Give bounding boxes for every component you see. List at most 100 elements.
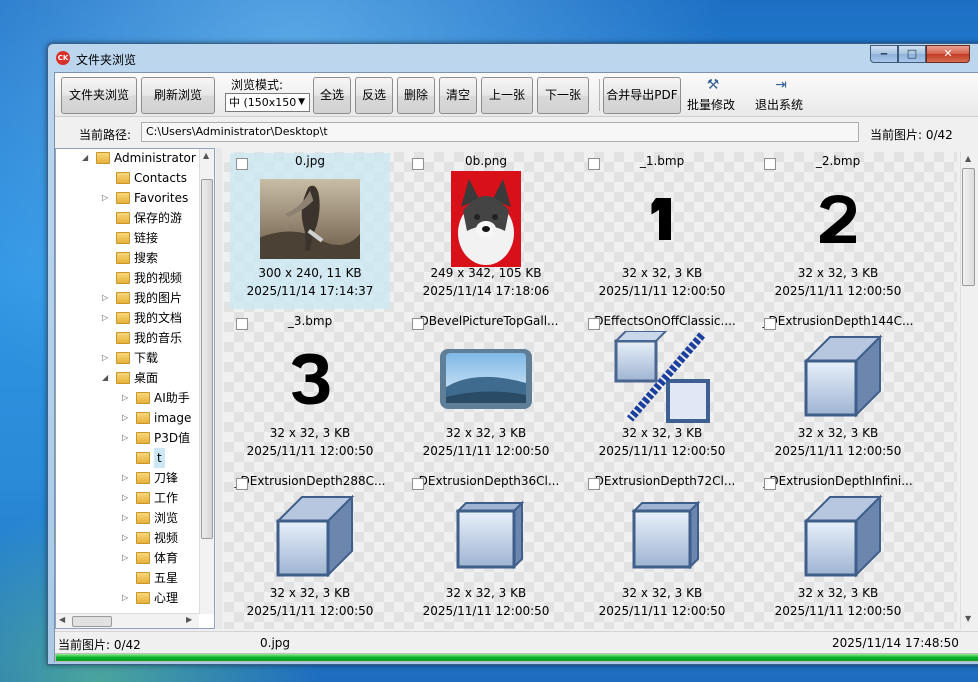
thumbnail-filename: _DEffectsOnOffClassic.... (588, 314, 736, 328)
thumbnail-item[interactable]: _2.bmp 32 x 32, 3 KB 2025/11/11 12:00:50 (758, 153, 918, 309)
thumbnail-item[interactable]: _DExtrusionDepthInfini... 32 x 32, 3 KB 20… (758, 473, 918, 629)
thumbnail-image[interactable] (612, 171, 712, 267)
thumbnail-item[interactable]: _DExtrusionDepth36Cl... 32 x 32, 3 KB 2025… (406, 473, 566, 629)
expand-arrow-icon[interactable]: ▷ (102, 308, 112, 328)
thumbnail-image[interactable] (612, 331, 712, 427)
clear-button[interactable]: 清空 (439, 77, 477, 114)
expand-arrow-icon[interactable]: ▷ (122, 388, 132, 408)
thumbnail-image[interactable] (788, 331, 888, 427)
thumbnail-checkbox[interactable] (236, 478, 248, 490)
thumbnail-item[interactable]: 0b.png 249 x 342, 105 KB 2025/11/14 17:18:… (406, 153, 566, 309)
scroll-up-icon[interactable]: ▲ (203, 151, 209, 160)
thumbnail-item[interactable]: _1.bmp 32 x 32, 3 KB 2025/11/11 12:00:50 (582, 153, 742, 309)
thumbnail-filename: _DBevelPictureTopGall... (413, 314, 559, 328)
select-all-button[interactable]: 全选 (313, 77, 351, 114)
thumbnail-date: 2025/11/11 12:00:50 (422, 444, 550, 458)
thumbnail-filename: _DExtrusionDepth144C... (762, 314, 914, 328)
invert-selection-button[interactable]: 反选 (355, 77, 393, 114)
thumbnail-checkbox[interactable] (764, 158, 776, 170)
scroll-right-icon[interactable]: ▶ (186, 615, 192, 624)
thumbnail-item[interactable]: _DExtrusionDepth288C... 32 x 32, 3 KB 2025… (230, 473, 390, 629)
progress-bar (55, 653, 978, 662)
tree-vertical-scrollbar[interactable]: ▲ (199, 149, 214, 614)
thumbnail-item[interactable]: _3.bmp 32 x 32, 3 KB 2025/11/11 12:00:50 (230, 313, 390, 469)
thumbnail-item[interactable]: _DBevelPictureTopGall... 32 x 32, 3 KB 202… (406, 313, 566, 469)
folder-icon (96, 152, 110, 164)
expand-arrow-icon[interactable]: ▷ (122, 468, 132, 488)
expand-arrow-icon[interactable]: ▷ (102, 188, 112, 208)
next-image-button[interactable]: 下一张 (537, 77, 589, 114)
grid-scroll-thumb[interactable] (962, 168, 975, 286)
tree-horizontal-scrollbar[interactable]: ◀ ▶ (56, 613, 199, 628)
thumbnail-checkbox[interactable] (412, 478, 424, 490)
close-button[interactable]: ✕ (926, 45, 970, 63)
expand-arrow-icon[interactable]: ▷ (122, 588, 132, 608)
thumbnail-image[interactable] (260, 491, 360, 587)
folder-icon (116, 332, 130, 344)
thumbnail-image[interactable] (788, 171, 888, 267)
thumbnail-image[interactable] (436, 331, 536, 427)
folder-tree[interactable]: ▲ ◀ ▶ ◢ Administrator Contacts ▷ Favorites 保存… (55, 148, 215, 629)
thumbnail-checkbox[interactable] (764, 478, 776, 490)
scroll-up-icon[interactable]: ▲ (965, 154, 971, 163)
thumbnail-image[interactable] (436, 171, 536, 267)
refresh-button[interactable]: 刷新浏览 (141, 77, 215, 114)
thumbnail-image[interactable] (788, 491, 888, 587)
pane-splitter[interactable] (216, 148, 222, 629)
folder-icon (116, 252, 130, 264)
expand-arrow-icon[interactable]: ◢ (102, 368, 112, 388)
expand-arrow-icon[interactable]: ▷ (122, 548, 132, 568)
toolbar-separator (599, 79, 600, 111)
thumbnail-filename: 0.jpg (294, 154, 326, 168)
thumbnail-checkbox[interactable] (588, 478, 600, 490)
thumbnail-date: 2025/11/11 12:00:50 (774, 284, 902, 298)
thumbnail-image[interactable] (260, 171, 360, 267)
thumbnail-item[interactable]: _DEffectsOnOffClassic.... 32 x 32, 3 KB 20… (582, 313, 742, 469)
thumbnail-checkbox[interactable] (236, 318, 248, 330)
expand-arrow-icon[interactable]: ▷ (122, 428, 132, 448)
thumbnail-filename: _DExtrusionDepth36Cl... (412, 474, 560, 488)
thumbnail-date: 2025/11/11 12:00:50 (598, 284, 726, 298)
grid-vertical-scrollbar[interactable]: ▲ ▼ (960, 152, 976, 629)
expand-arrow-icon[interactable]: ▷ (102, 288, 112, 308)
browse-folder-button[interactable]: 文件夹浏览 (61, 77, 137, 114)
tree-item-label: AI助手 (154, 391, 190, 405)
thumbnail-filename: _DExtrusionDepth288C... (234, 474, 386, 488)
minimize-button[interactable]: ‒ (870, 45, 898, 63)
path-bar: 当前路径: C:\Users\Administrator\Desktop\t 当… (55, 118, 978, 144)
tree-scroll-thumb[interactable] (201, 179, 213, 539)
expand-arrow-icon[interactable]: ▷ (122, 408, 132, 428)
merge-export-pdf-button[interactable]: 合并导出PDF (603, 77, 681, 114)
thumbnail-checkbox[interactable] (412, 318, 424, 330)
browse-mode-select[interactable]: 中 (150x150 ▼ (225, 93, 310, 112)
expand-arrow-icon[interactable]: ▷ (122, 508, 132, 528)
thumbnail-checkbox[interactable] (588, 158, 600, 170)
thumbnail-date: 2025/11/11 12:00:50 (598, 444, 726, 458)
prev-image-button[interactable]: 上一张 (481, 77, 533, 114)
expand-arrow-icon[interactable]: ◢ (82, 149, 92, 168)
tree-item-label: 浏览 (154, 511, 179, 525)
tree-hscroll-thumb[interactable] (72, 616, 112, 627)
expand-arrow-icon[interactable]: ▷ (122, 488, 132, 508)
expand-arrow-icon[interactable]: ▷ (122, 528, 132, 548)
thumbnail-date: 2025/11/14 17:18:06 (422, 284, 550, 298)
thumbnail-item[interactable]: 0.jpg 300 x 240, 11 KB 2025/11/14 17:14:37 (230, 153, 390, 309)
thumbnail-checkbox[interactable] (588, 318, 600, 330)
delete-button[interactable]: 删除 (397, 77, 435, 114)
path-field[interactable]: C:\Users\Administrator\Desktop\t (141, 122, 859, 142)
thumbnail-image[interactable] (260, 331, 360, 427)
scroll-down-icon[interactable]: ▼ (965, 614, 971, 623)
thumbnail-dimensions: 32 x 32, 3 KB (621, 426, 703, 440)
thumbnail-checkbox[interactable] (412, 158, 424, 170)
thumbnail-checkbox[interactable] (764, 318, 776, 330)
tree-item-label: 保存的游 (134, 211, 183, 225)
maximize-button[interactable]: □ (898, 45, 926, 63)
thumbnail-image[interactable] (436, 491, 536, 587)
thumbnail-dimensions: 32 x 32, 3 KB (621, 586, 703, 600)
expand-arrow-icon[interactable]: ▷ (102, 348, 112, 368)
thumbnail-item[interactable]: _DExtrusionDepth72Cl... 32 x 32, 3 KB 2025… (582, 473, 742, 629)
thumbnail-checkbox[interactable] (236, 158, 248, 170)
scroll-left-icon[interactable]: ◀ (59, 615, 65, 624)
thumbnail-image[interactable] (612, 491, 712, 587)
thumbnail-item[interactable]: _DExtrusionDepth144C... 32 x 32, 3 KB 2025… (758, 313, 918, 469)
